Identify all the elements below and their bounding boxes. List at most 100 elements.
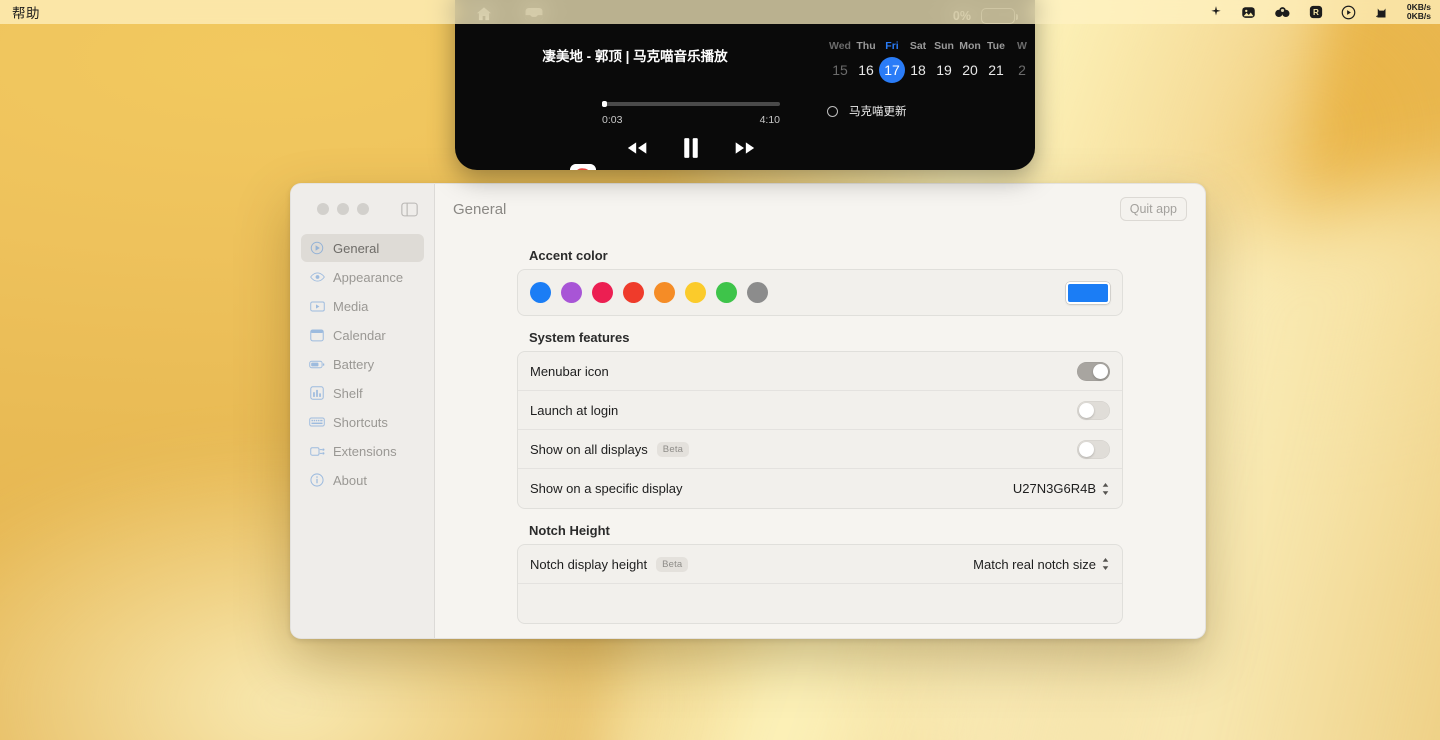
play-circle-icon[interactable] — [1341, 5, 1356, 20]
calendar-date[interactable]: 2 — [1009, 57, 1035, 83]
chevron-updown-icon — [1101, 557, 1110, 571]
menu-bar-status-items: R 0KB/s 0KB/s — [1209, 2, 1431, 22]
general-icon — [309, 240, 325, 256]
settings-sidebar: General Appearance Media Calendar Batter… — [291, 184, 435, 638]
row-notch-display-height: Notch display height Beta Match real not… — [518, 545, 1122, 584]
media-icon — [309, 298, 325, 314]
playback-progress-knob[interactable] — [602, 101, 607, 107]
toggle-knob — [1079, 441, 1094, 457]
row-label: Launch at login — [530, 402, 619, 418]
accent-swatch-gray[interactable] — [747, 282, 768, 303]
calendar-weekday-row: Wed Thu Fri Sat Sun Mon Tue W — [827, 40, 1035, 52]
row-launch-at-login: Launch at login — [518, 391, 1122, 430]
accent-color-group-title: Accent color — [529, 248, 608, 263]
show-on-all-displays-toggle[interactable] — [1077, 439, 1110, 459]
sidebar-item-general[interactable]: General — [301, 234, 424, 262]
sidebar-nav: General Appearance Media Calendar Batter… — [301, 234, 424, 494]
accent-swatch-pink[interactable] — [592, 282, 613, 303]
accent-swatch-yellow[interactable] — [685, 282, 706, 303]
cloud-icon[interactable] — [1274, 6, 1291, 19]
calendar-date[interactable]: 15 — [827, 57, 853, 83]
pause-icon[interactable] — [682, 137, 700, 164]
row-show-on-all-displays: Show on all displays Beta — [518, 430, 1122, 469]
sparkle-icon[interactable] — [1209, 5, 1223, 19]
row-label-wrap: Show on all displays Beta — [530, 441, 690, 457]
cat-icon[interactable] — [1374, 5, 1389, 20]
sidebar-item-battery[interactable]: Battery — [301, 350, 424, 378]
row-show-on-specific-display: Show on a specific display U27N3G6R4B — [518, 469, 1122, 508]
media-player: 凄美地 - 郭顶 | 马克喵音乐播放 0:03 4:10 — [455, 32, 815, 170]
accent-swatch-green[interactable] — [716, 282, 737, 303]
calendar-date[interactable]: 19 — [931, 57, 957, 83]
row-label: Show on a specific display — [530, 481, 683, 496]
fast-forward-icon[interactable] — [734, 141, 756, 160]
dynamic-notch-panel[interactable]: 0% 凄美地 - 郭顶 | 马克喵音乐播放 0:03 4:10 — [455, 0, 1035, 170]
sidebar-item-extensions[interactable]: Extensions — [301, 437, 424, 465]
sidebar-item-label: Shortcuts — [333, 414, 388, 430]
zoom-button[interactable] — [357, 203, 369, 215]
menu-bar-left: 帮助 — [12, 2, 40, 22]
calendar-weekday: W — [1017, 40, 1027, 52]
sidebar-item-calendar[interactable]: Calendar — [301, 321, 424, 349]
notch-height-card: Notch display height Beta Match real not… — [517, 544, 1123, 624]
menubar-icon-toggle[interactable] — [1077, 361, 1110, 381]
window-controls — [301, 184, 424, 234]
info-icon — [309, 472, 325, 488]
calendar-weekday: Sun — [934, 40, 954, 52]
specific-display-popup[interactable]: U27N3G6R4B — [1013, 481, 1110, 496]
calendar-event-item[interactable]: 马克喵更新 — [827, 103, 1035, 119]
accent-swatch-red[interactable] — [623, 282, 644, 303]
playback-times: 0:03 4:10 — [602, 114, 780, 126]
calendar-date-today[interactable]: 17 — [879, 57, 905, 83]
calendar-weekday-today: Fri — [885, 40, 899, 52]
sidebar-item-label: About — [333, 472, 367, 488]
calendar-date[interactable]: 20 — [957, 57, 983, 83]
notch-display-height-popup[interactable]: Match real notch size — [973, 557, 1110, 572]
row-spacer — [518, 584, 1122, 623]
sidebar-item-shelf[interactable]: Shelf — [301, 379, 424, 407]
close-button[interactable] — [317, 203, 329, 215]
settings-window[interactable]: General Appearance Media Calendar Batter… — [290, 183, 1206, 639]
calendar-widget: Wed Thu Fri Sat Sun Mon Tue W 15 16 17 1… — [815, 32, 1035, 170]
settings-scroll-area[interactable]: Accent color System features Menubar ico… — [435, 234, 1205, 638]
sidebar-item-about[interactable]: About — [301, 466, 424, 494]
beta-badge: Beta — [656, 556, 689, 572]
sidebar-item-shortcuts[interactable]: Shortcuts — [301, 408, 424, 436]
r-app-icon[interactable]: R — [1309, 5, 1323, 19]
rewind-icon[interactable] — [626, 141, 648, 160]
minimize-button[interactable] — [337, 203, 349, 215]
calendar-date[interactable]: 16 — [853, 57, 879, 83]
sidebar-item-appearance[interactable]: Appearance — [301, 263, 424, 291]
sidebar-item-label: Media — [333, 298, 369, 314]
accent-swatch-purple[interactable] — [561, 282, 582, 303]
launch-at-login-toggle[interactable] — [1077, 400, 1110, 420]
notch-height-group-title: Notch Height — [529, 523, 610, 538]
accent-swatch-orange[interactable] — [654, 282, 675, 303]
accent-swatch-list — [530, 282, 768, 303]
photos-icon[interactable] — [1241, 5, 1256, 20]
accent-color-well[interactable] — [1066, 281, 1110, 304]
calendar-date[interactable]: 18 — [905, 57, 931, 83]
sidebar-item-label: Calendar — [333, 327, 386, 343]
row-label: Notch display height — [530, 556, 648, 572]
battery-icon — [309, 356, 325, 372]
extensions-icon — [309, 443, 325, 459]
sidebar-item-label: Extensions — [333, 443, 397, 459]
keyboard-icon — [309, 414, 325, 430]
chrome-icon[interactable] — [570, 164, 596, 170]
popup-value: U27N3G6R4B — [1012, 481, 1096, 496]
accent-color-card — [517, 269, 1123, 316]
sidebar-toggle-icon[interactable] — [401, 202, 418, 217]
menu-item-help[interactable]: 帮助 — [12, 2, 40, 22]
network-speed-indicator[interactable]: 0KB/s 0KB/s — [1407, 2, 1431, 22]
svg-text:R: R — [1313, 8, 1319, 17]
calendar-date[interactable]: 21 — [983, 57, 1009, 83]
event-circle-icon[interactable] — [827, 105, 838, 117]
calendar-event-label: 马克喵更新 — [849, 106, 907, 118]
playback-controls — [602, 137, 780, 164]
accent-swatch-blue[interactable] — [530, 282, 551, 303]
quit-app-button[interactable]: Quit app — [1119, 197, 1187, 221]
calendar-weekday: Mon — [959, 40, 981, 52]
playback-progress-bar[interactable] — [602, 101, 780, 107]
sidebar-item-media[interactable]: Media — [301, 292, 424, 320]
